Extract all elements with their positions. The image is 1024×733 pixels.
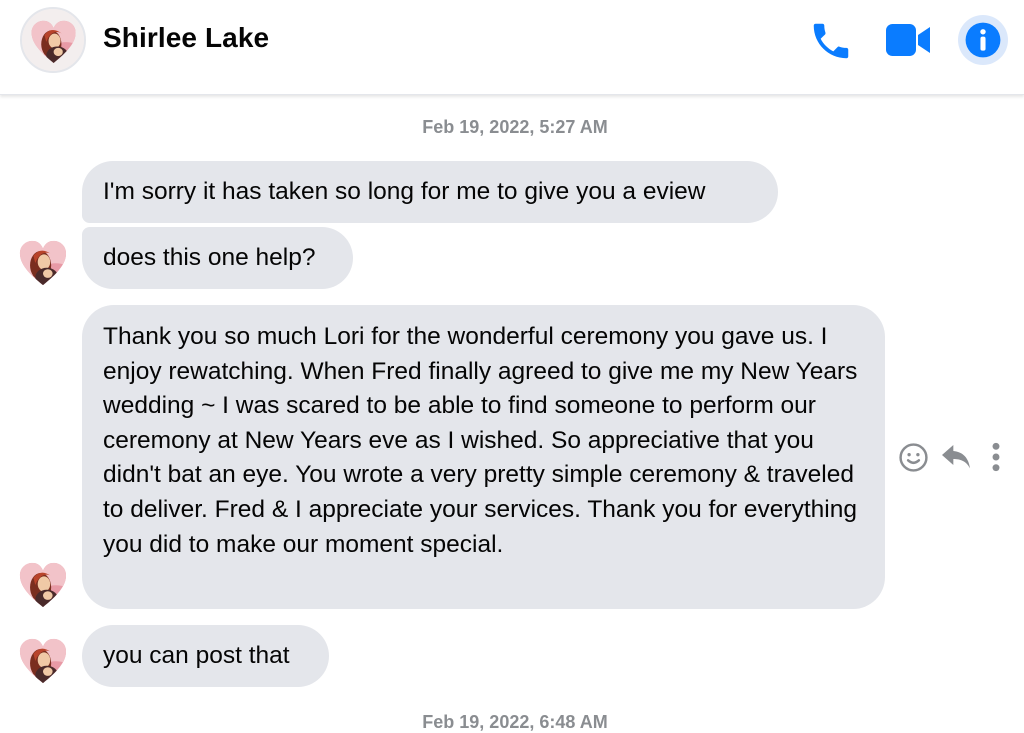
message-timestamp: Feb 19, 2022, 6:48 AM: [422, 712, 608, 732]
video-camera-icon[interactable]: [884, 20, 932, 60]
message-bubble[interactable]: I'm sorry it has taken so long for me to…: [82, 161, 778, 223]
contact-name[interactable]: Shirlee Lake: [103, 22, 269, 54]
message-bubble[interactable]: Thank you so much Lori for the wonderful…: [82, 305, 885, 609]
sender-avatar-image: [19, 562, 67, 608]
phone-icon[interactable]: [808, 18, 854, 64]
info-button[interactable]: [958, 15, 1008, 65]
info-icon: [965, 22, 1001, 58]
message-actions: [898, 440, 1008, 474]
sender-avatar[interactable]: [19, 561, 67, 609]
contact-avatar[interactable]: [20, 7, 86, 73]
sender-avatar-image: [19, 240, 67, 286]
reply-icon[interactable]: [940, 442, 972, 472]
message-timestamp: Feb 19, 2022, 5:27 AM: [422, 117, 608, 137]
react-icon[interactable]: [898, 442, 929, 473]
contact-avatar-image: [22, 9, 84, 71]
conversation-header: Shirlee Lake: [0, 0, 1024, 95]
more-options-icon[interactable]: [988, 441, 1004, 473]
sender-avatar[interactable]: [19, 637, 67, 685]
message-bubble[interactable]: you can post that: [82, 625, 329, 687]
message-bubble[interactable]: does this one help?: [82, 227, 353, 289]
sender-avatar-image: [19, 638, 67, 684]
sender-avatar[interactable]: [19, 239, 67, 287]
